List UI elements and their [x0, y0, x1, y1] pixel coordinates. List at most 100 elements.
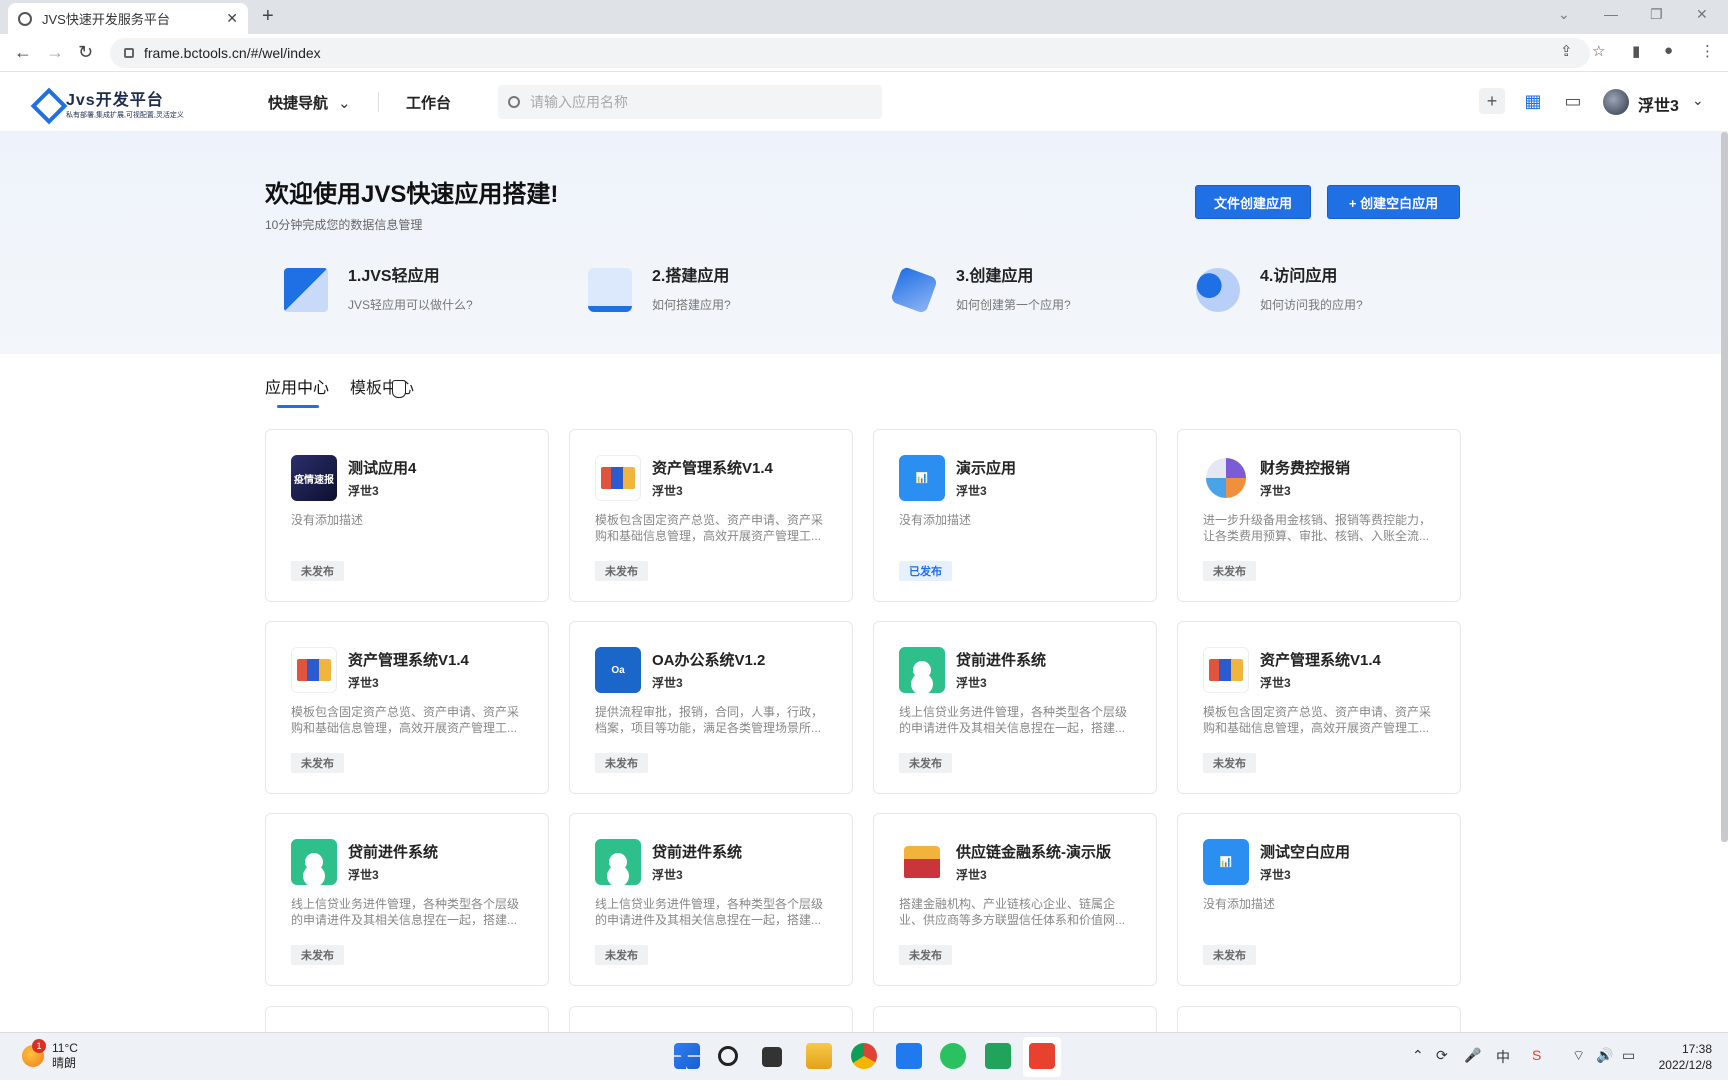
browser-tab[interactable]: JVS快速开发服务平台 ✕	[8, 3, 248, 34]
app-desc: 进一步升级备用金核销、报销等费控能力，让各类费用预算、审批、核销、入账全流...	[1203, 513, 1432, 543]
app-name: 资产管理系统V1.4	[348, 652, 469, 669]
add-icon[interactable]: +	[1479, 88, 1505, 114]
weather-widget[interactable]: 1 11°C 晴朗	[22, 1039, 78, 1071]
app-name: 贷前进件系统	[956, 652, 1047, 669]
tab-close-icon[interactable]: ✕	[226, 10, 238, 27]
app-name: 供应链金融系统-演示版	[956, 844, 1111, 861]
bar-chart-icon: 📊	[899, 455, 945, 501]
taskbar-search-icon[interactable]	[718, 1046, 738, 1066]
wechat-icon[interactable]	[940, 1043, 966, 1069]
step-desc[interactable]: 如何创建第一个应用?	[956, 296, 1071, 313]
microphone-icon[interactable]: 🎤	[1464, 1047, 1481, 1064]
app-card[interactable]: 📊 演示应用 浮世3 没有添加描述 已发布	[873, 429, 1157, 602]
app-name: 演示应用	[956, 460, 1017, 477]
ime-indicator[interactable]: 中	[1496, 1047, 1510, 1067]
step-build-app[interactable]: 2.搭建应用 如何搭建应用?	[588, 262, 848, 322]
app-owner: 浮世3	[1260, 676, 1291, 690]
app-icon[interactable]	[896, 1043, 922, 1069]
quick-nav-menu[interactable]: 快捷导航 ⌄	[268, 92, 351, 113]
tray-chevron-up-icon[interactable]: ⌃	[1412, 1047, 1424, 1064]
app-name: 资产管理系统V1.4	[1260, 652, 1381, 669]
app-card[interactable]: Oa OA办公系统V1.2 浮世3 提供流程审批，报销，合同，人事，行政，档案，…	[569, 621, 853, 794]
minimize-button[interactable]: —	[1604, 6, 1618, 22]
bookmark-star-icon[interactable]: ☆	[1592, 42, 1605, 60]
app-desc: 没有添加描述	[291, 513, 364, 527]
file-explorer-icon[interactable]	[806, 1043, 832, 1069]
side-panel-icon[interactable]: ▮	[1632, 42, 1640, 60]
asset-icon	[1203, 647, 1249, 693]
app-card[interactable]: 贷前进件系统 浮世3 线上信贷业务进件管理，各种类型各个层级的申请进件及其相关信…	[569, 813, 853, 986]
clock[interactable]: 17:38 2022/12/8	[1652, 1041, 1712, 1073]
tab-search-icon[interactable]: ⌄	[1558, 6, 1570, 23]
step-desc[interactable]: 如何搭建应用?	[652, 296, 731, 313]
nav-divider	[378, 92, 379, 112]
app-owner: 浮世3	[652, 868, 683, 882]
page-scrollbar[interactable]	[1721, 132, 1728, 842]
step-light-app[interactable]: 1.JVS轻应用 JVS轻应用可以做什么?	[284, 262, 544, 322]
browser-tab-bar: JVS快速开发服务平台 ✕ + ⌄ — ❐ ✕	[0, 0, 1728, 34]
tab-app-center[interactable]: 应用中心	[265, 374, 329, 398]
cube-icon	[890, 266, 938, 314]
chrome-icon[interactable]	[851, 1043, 877, 1069]
app-owner: 浮世3	[652, 484, 683, 498]
weather-temp: 11°C	[52, 1041, 78, 1055]
apps-grid-icon[interactable]: ▦	[1520, 88, 1546, 114]
new-tab-button[interactable]: +	[262, 5, 274, 28]
battery-icon[interactable]: ▭	[1622, 1047, 1635, 1064]
user-icon	[595, 839, 641, 885]
app-card[interactable]: 资产管理系统V1.4 浮世3 模板包含固定资产总览、资产申请、资产采购和基础信息…	[1177, 621, 1461, 794]
app-card[interactable]: 供应链金融系统-演示版 浮世3 搭建金融机构、产业链核心企业、链属企业、供应商等…	[873, 813, 1157, 986]
step-desc[interactable]: JVS轻应用可以做什么?	[348, 296, 473, 313]
clock-date: 2022/12/8	[1658, 1058, 1712, 1072]
laptop-icon	[588, 268, 632, 312]
sync-icon[interactable]: ⟳	[1436, 1047, 1448, 1064]
status-badge: 未发布	[595, 561, 648, 581]
app-card[interactable]: 财务费控报销 浮世3 进一步升级备用金核销、报销等费控能力，让各类费用预算、审批…	[1177, 429, 1461, 602]
step-desc[interactable]: 如何访问我的应用?	[1260, 296, 1363, 313]
hand-cursor-icon	[392, 380, 406, 398]
forward-icon[interactable]: →	[46, 42, 64, 63]
camtasia-icon[interactable]	[985, 1043, 1011, 1069]
back-icon[interactable]: ←	[14, 42, 32, 63]
step-visit-app[interactable]: 4.访问应用 如何访问我的应用?	[1196, 262, 1456, 322]
app-owner: 浮世3	[956, 868, 987, 882]
input-method-icon[interactable]: S	[1532, 1047, 1541, 1063]
share-icon[interactable]: ⇪	[1560, 42, 1573, 60]
app-card[interactable]: 疫情速报 测试应用4 浮世3 没有添加描述 未发布	[265, 429, 549, 602]
app-card[interactable]: 贷前进件系统 浮世3 线上信贷业务进件管理，各种类型各个层级的申请进件及其相关信…	[265, 813, 549, 986]
create-blank-app-button[interactable]: + 创建空白应用	[1327, 185, 1460, 219]
step-title: 1.JVS轻应用	[348, 268, 440, 285]
app-desc: 没有添加描述	[899, 513, 972, 527]
start-menu-icon[interactable]	[674, 1043, 700, 1069]
logo[interactable]: Jvs开发平台 私有部署,集成扩展,可视配置,灵活定义	[32, 86, 184, 120]
app-icon: 疫情速报	[291, 455, 337, 501]
url-field[interactable]: frame.bctools.cn/#/wel/index	[110, 38, 1590, 68]
maximize-button[interactable]: ❐	[1650, 6, 1663, 23]
task-view-icon[interactable]	[762, 1047, 782, 1067]
menu-icon[interactable]: ⋮	[1700, 42, 1715, 60]
message-icon[interactable]: ▭	[1560, 88, 1586, 114]
url-text: frame.bctools.cn/#/wel/index	[144, 45, 321, 61]
app-card[interactable]: 资产管理系统V1.4 浮世3 模板包含固定资产总览、资产申请、资产采购和基础信息…	[265, 621, 549, 794]
weather-sun-icon: 1	[22, 1039, 46, 1067]
workbench-link[interactable]: 工作台	[406, 92, 451, 113]
app-card[interactable]: 贷前进件系统 浮世3 线上信贷业务进件管理，各种类型各个层级的申请进件及其相关信…	[873, 621, 1157, 794]
username[interactable]: 浮世3	[1638, 92, 1679, 116]
file-create-app-button[interactable]: 文件创建应用	[1195, 185, 1311, 219]
recorder-icon[interactable]	[1029, 1043, 1055, 1069]
search-input[interactable]	[530, 94, 850, 110]
app-card[interactable]: 📊 测试空白应用 浮世3 没有添加描述 未发布	[1177, 813, 1461, 986]
asset-icon	[291, 647, 337, 693]
reload-icon[interactable]: ↻	[78, 42, 93, 63]
avatar[interactable]	[1603, 89, 1629, 115]
user-chevron-down-icon[interactable]: ⌄	[1692, 92, 1704, 109]
status-badge: 未发布	[291, 945, 344, 965]
close-window-button[interactable]: ✕	[1696, 6, 1708, 23]
step-create-app[interactable]: 3.创建应用 如何创建第一个应用?	[890, 262, 1152, 322]
app-name: 财务费控报销	[1260, 460, 1351, 477]
wifi-icon[interactable]: ⌔	[1572, 1047, 1585, 1065]
clock-time: 17:38	[1681, 1042, 1712, 1056]
profile-icon[interactable]: ●	[1664, 42, 1673, 59]
app-card[interactable]: 资产管理系统V1.4 浮世3 模板包含固定资产总览、资产申请、资产采购和基础信息…	[569, 429, 853, 602]
volume-icon[interactable]: 🔊	[1596, 1047, 1613, 1064]
